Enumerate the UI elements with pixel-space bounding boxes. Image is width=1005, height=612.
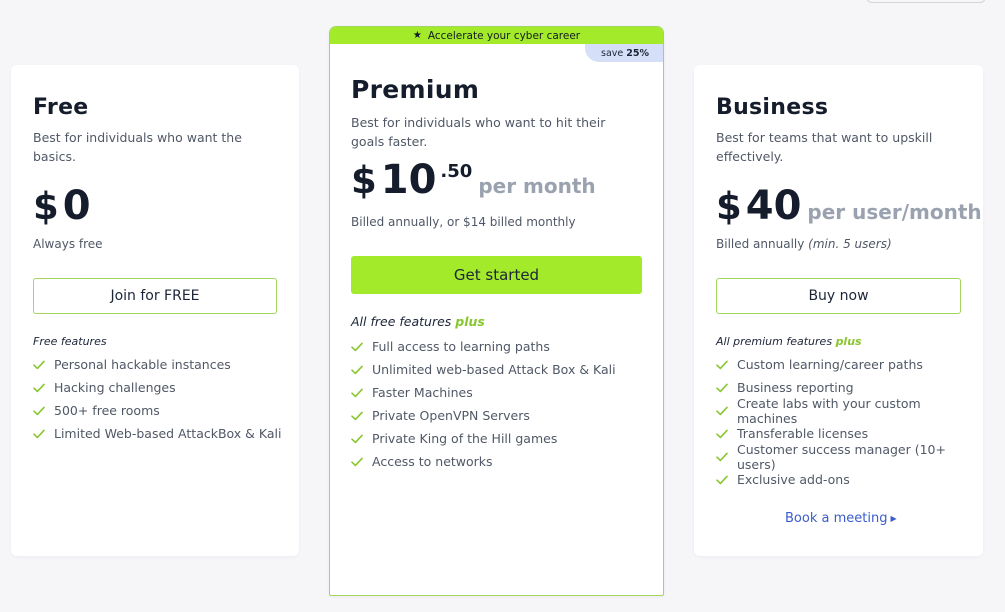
save-badge: save 25% (585, 44, 663, 62)
features-heading: All premium features plus (716, 335, 862, 348)
feature-text: Limited Web-based AttackBox & Kali (54, 426, 282, 441)
plan-price: $ 40 per user/month (716, 183, 982, 229)
feature-text: Personal hackable instances (54, 357, 231, 372)
feature-text: Transferable licenses (737, 426, 869, 441)
feature-item: Private King of the Hill games (351, 427, 616, 450)
get-started-button[interactable]: Get started (351, 256, 642, 294)
plan-description: Best for teams that want to upskill effe… (716, 130, 933, 164)
features-heading-text: Free features (33, 335, 107, 348)
check-icon (33, 383, 45, 392)
plan-description: Best for individuals who want to hit the… (351, 115, 606, 149)
save-badge-value: 25% (626, 47, 649, 59)
check-icon (351, 434, 363, 443)
features-heading-text: All premium features (716, 335, 833, 348)
features-heading-plus: plus (835, 335, 862, 348)
check-icon (716, 429, 728, 438)
check-icon (33, 406, 45, 415)
billing-note: Always free (33, 237, 103, 251)
billing-note: Billed annually, or $14 billed monthly (351, 215, 576, 229)
price-amount: 10 (380, 157, 437, 203)
billing-text: Billed annually (716, 237, 805, 251)
join-free-button[interactable]: Join for FREE (33, 278, 277, 314)
check-icon (33, 360, 45, 369)
feature-text: Private King of the Hill games (372, 431, 558, 446)
check-icon (716, 452, 728, 461)
feature-item: Limited Web-based AttackBox & Kali (33, 422, 281, 445)
plan-price: $ 0 (33, 183, 91, 229)
billing-min-users: (min. 5 users) (808, 237, 892, 251)
caret-right-icon: ▶ (890, 514, 897, 523)
feature-item: Unlimited web-based Attack Box & Kali (351, 358, 616, 381)
plan-name: Premium (351, 75, 480, 104)
book-meeting-link[interactable]: Book a meeting ▶ (785, 511, 897, 526)
feature-item: Personal hackable instances (33, 353, 281, 376)
feature-item: Customer success manager (10+ users) (716, 442, 983, 472)
feature-text: Private OpenVPN Servers (372, 408, 530, 423)
price-unit: per user/month (807, 200, 982, 224)
plan-card-business: Business Best for teams that want to ups… (694, 65, 983, 556)
plan-name: Free (33, 95, 89, 120)
plan-description: Best for individuals who want the basics… (33, 130, 242, 164)
check-icon (716, 406, 728, 415)
feature-text: Create labs with your custom machines (737, 395, 921, 426)
feature-text: Business reporting (737, 380, 854, 395)
check-icon (716, 475, 728, 484)
currency-symbol: $ (33, 185, 59, 228)
price-unit: per month (478, 174, 596, 198)
feature-item: Private OpenVPN Servers (351, 404, 616, 427)
price-amount: 0 (62, 183, 91, 229)
feature-item: Access to networks (351, 450, 616, 473)
billing-note: Billed annually (min. 5 users) (716, 237, 892, 251)
plan-card-free: Free Best for individuals who want the b… (11, 65, 299, 556)
feature-item: Full access to learning paths (351, 335, 616, 358)
check-icon (716, 383, 728, 392)
feature-item: Faster Machines (351, 381, 616, 404)
check-icon (351, 457, 363, 466)
feature-text: Custom learning/career paths (737, 357, 923, 372)
features-heading: Free features (33, 335, 107, 348)
features-heading-plus: plus (455, 314, 485, 329)
feature-text: Access to networks (372, 454, 493, 469)
check-icon (351, 411, 363, 420)
feature-text: Exclusive add-ons (737, 472, 850, 487)
check-icon (33, 429, 45, 438)
price-cents: .50 (440, 161, 473, 182)
feature-text: Full access to learning paths (372, 339, 550, 354)
feature-list: Custom learning/career paths Business rep… (716, 353, 983, 491)
feature-item: Create labs with your custom machines (716, 396, 983, 426)
check-icon (716, 360, 728, 369)
check-icon (351, 365, 363, 374)
buy-now-button[interactable]: Buy now (716, 278, 961, 314)
book-meeting-label: Book a meeting (785, 511, 888, 526)
currency-symbol: $ (351, 159, 377, 202)
star-icon: ★ (412, 30, 422, 41)
feature-text: Hacking challenges (54, 380, 176, 395)
feature-item: Hacking challenges (33, 376, 281, 399)
promo-banner: ★ Accelerate your cyber career (330, 27, 663, 44)
feature-text: Customer success manager (10+ users) (737, 441, 946, 472)
feature-text: Unlimited web-based Attack Box & Kali (372, 362, 616, 377)
feature-item: Custom learning/career paths (716, 353, 983, 376)
feature-list: Full access to learning paths Unlimited w… (351, 335, 616, 473)
feature-text: Faster Machines (372, 385, 473, 400)
banner-text: Accelerate your cyber career (427, 29, 581, 42)
feature-item: 500+ free rooms (33, 399, 281, 422)
check-icon (351, 388, 363, 397)
currency-symbol: $ (716, 185, 742, 228)
feature-list: Personal hackable instances Hacking chall… (33, 353, 281, 445)
features-heading: All free features plus (351, 314, 485, 329)
feature-text: 500+ free rooms (54, 403, 160, 418)
save-badge-prefix: save (601, 47, 624, 59)
plan-price: $ 10 .50 per month (351, 157, 596, 203)
plan-name: Business (716, 95, 829, 120)
check-icon (351, 342, 363, 351)
plan-card-premium: ★ Accelerate your cyber career save 25% … (329, 26, 664, 596)
features-heading-text: All free features (351, 314, 452, 329)
price-amount: 40 (745, 183, 802, 229)
top-control-stub[interactable] (866, 0, 986, 3)
